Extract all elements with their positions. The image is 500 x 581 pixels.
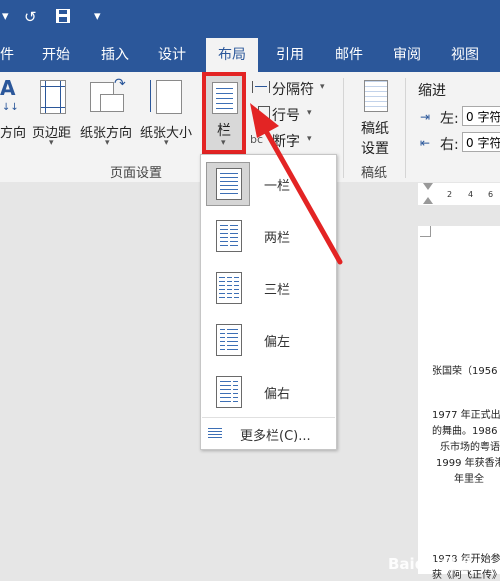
annotation-arrow [250, 103, 343, 265]
watermark-logo: Baidu 经验 [388, 555, 472, 573]
